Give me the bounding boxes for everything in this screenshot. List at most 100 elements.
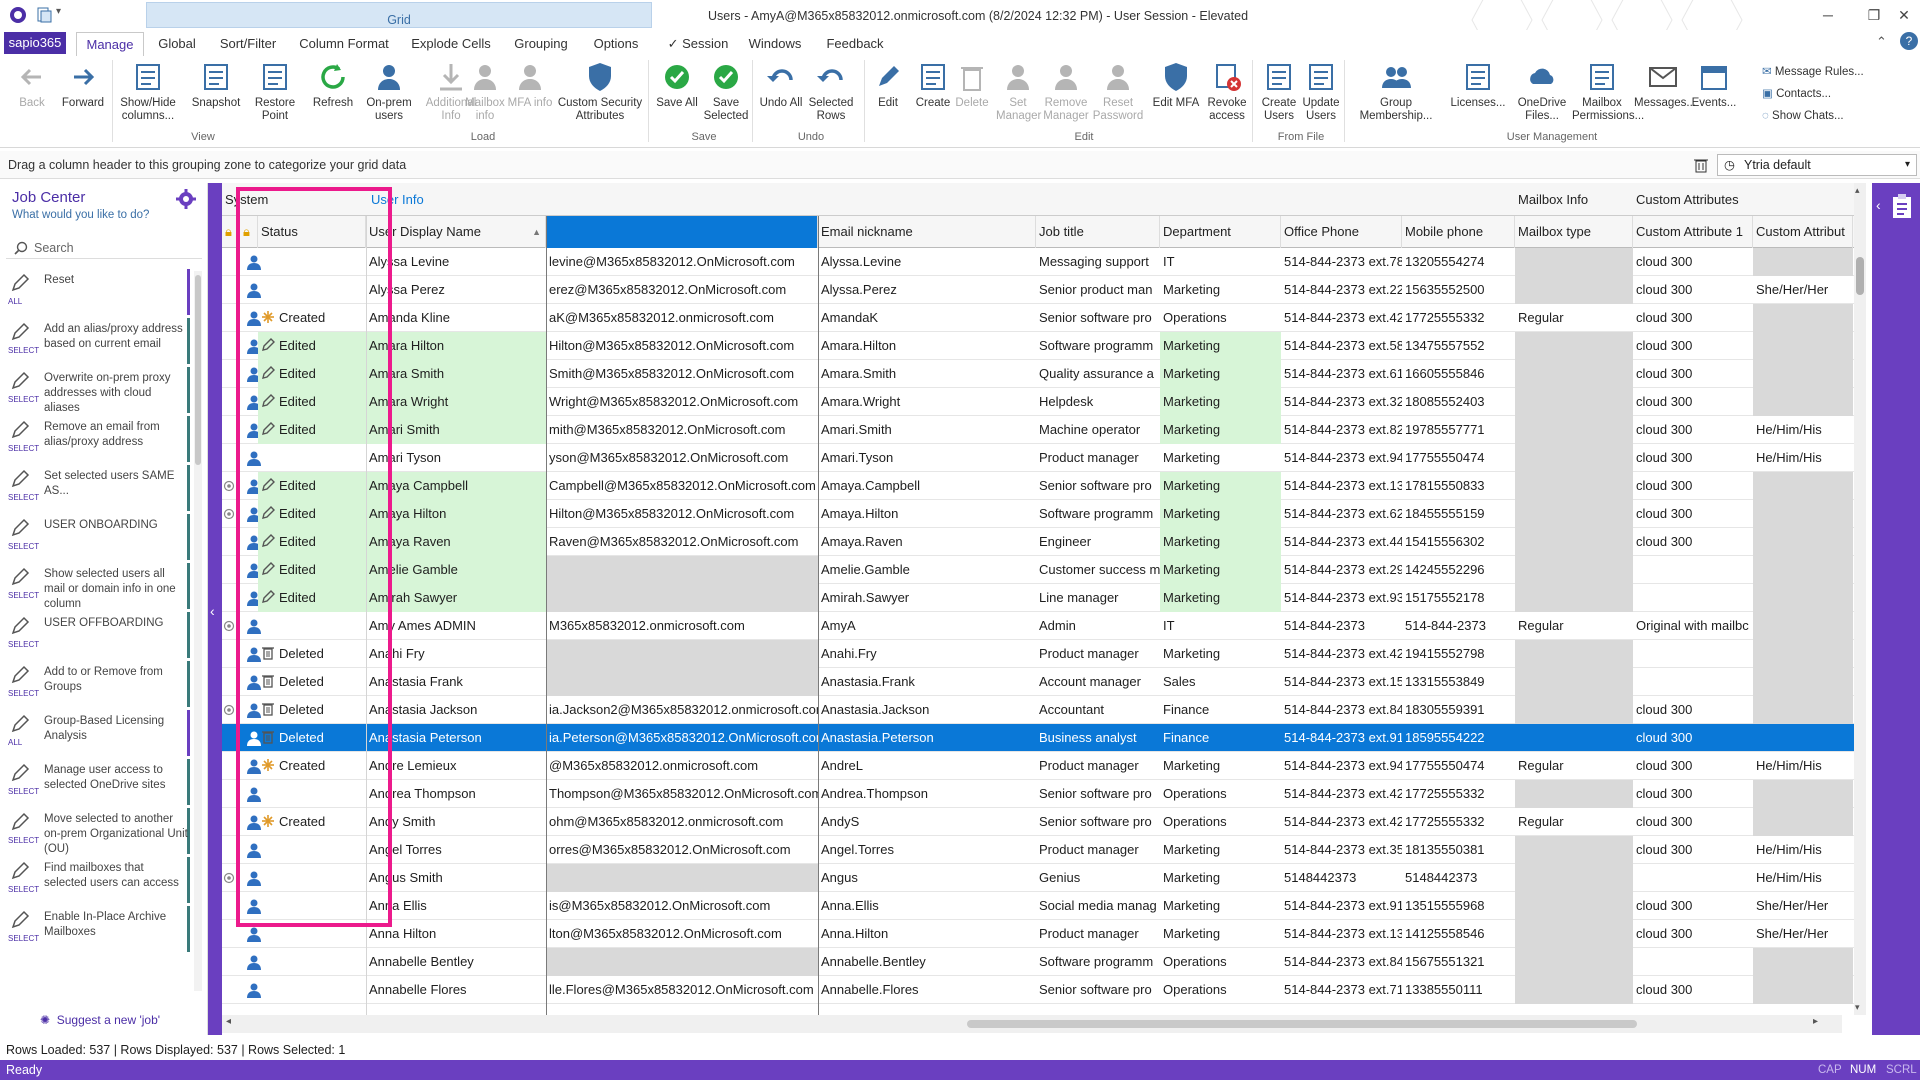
cell-ca2[interactable]: He/Him/His (1753, 752, 1853, 780)
ribbon-button-onedrive-files[interactable]: OneDrive Files... (1510, 58, 1574, 123)
cell-job[interactable]: Product manager (1036, 752, 1160, 780)
cell-name[interactable]: Amaya Hilton (366, 500, 546, 528)
cell-job[interactable]: Senior software pro (1036, 808, 1160, 836)
ribbon-button-create-users[interactable]: Create Users (1256, 58, 1302, 123)
cell-ca2[interactable] (1753, 556, 1853, 584)
cell-status[interactable]: Edited (258, 472, 366, 500)
scroll-up-icon[interactable]: ▴ (1855, 185, 1860, 196)
cell-ca1[interactable]: cloud 300 (1633, 304, 1753, 332)
cell-office[interactable]: 514-844-2373 ext.91 (1281, 724, 1402, 752)
cell-status[interactable] (258, 444, 366, 472)
cell-email[interactable] (546, 640, 818, 668)
cell-status[interactable]: Edited (258, 500, 366, 528)
cell-mobile[interactable]: 5148442373 (1402, 864, 1515, 892)
cell-mobile[interactable]: 19785557771 (1402, 416, 1515, 444)
cell-nick[interactable]: AndyS (818, 808, 1036, 836)
cell-office[interactable]: 514-844-2373 ext.82 (1281, 416, 1402, 444)
cell-ca1[interactable]: cloud 300 (1633, 528, 1753, 556)
cell-status[interactable] (258, 248, 366, 276)
cell-status[interactable]: Edited (258, 388, 366, 416)
cell-ca2[interactable] (1753, 500, 1853, 528)
chevron-left-icon[interactable]: ‹ (1876, 197, 1881, 213)
cell-ca2[interactable] (1753, 780, 1853, 808)
job-item[interactable]: SELECT Manage user access to selected One… (4, 759, 190, 805)
cell-email[interactable]: ohm@M365x85832012.onmicrosoft.com (546, 808, 818, 836)
cell-office[interactable]: 514-844-2373 ext.42 (1281, 640, 1402, 668)
cell-office[interactable]: 514-844-2373 ext.94 (1281, 752, 1402, 780)
cell-mbx[interactable] (1515, 864, 1633, 892)
cell-ca2[interactable] (1753, 612, 1853, 640)
ribbon-button-mailbox-permissions[interactable]: Mailbox Permissions... (1572, 58, 1644, 123)
cell-mobile[interactable]: 14125558546 (1402, 920, 1515, 948)
cell-dept[interactable]: Marketing (1160, 388, 1281, 416)
cell-dept[interactable]: Operations (1160, 304, 1281, 332)
cell-nick[interactable]: Annabelle.Bentley (818, 948, 1036, 976)
cell-status[interactable] (258, 836, 366, 864)
cell-mbx[interactable] (1515, 444, 1633, 472)
cell-name[interactable]: Anastasia Jackson (366, 696, 546, 724)
cell-ca1[interactable]: cloud 300 (1633, 808, 1753, 836)
cell-dept[interactable]: IT (1160, 248, 1281, 276)
cell-status[interactable] (258, 976, 366, 1004)
table-row[interactable]: Created Andy Smith ohm@M365x85832012.onmic… (222, 808, 1862, 836)
cell-mbx[interactable] (1515, 276, 1633, 304)
cell-job[interactable]: Line manager (1036, 584, 1160, 612)
cell-nick[interactable]: Annabelle.Flores (818, 976, 1036, 1004)
cell-email[interactable]: is@M365x85832012.OnMicrosoft.com (546, 892, 818, 920)
column-header-email-selected[interactable] (546, 216, 818, 248)
cell-mbx[interactable] (1515, 388, 1633, 416)
job-list-scroll-thumb[interactable] (195, 275, 201, 465)
cell-mobile[interactable]: 18085552403 (1402, 388, 1515, 416)
close-button[interactable]: ✕ (1892, 3, 1916, 27)
job-item[interactable]: SELECT Remove an email from alias/proxy a… (4, 416, 190, 462)
table-row[interactable]: Created Amanda Kline aK@M365x85832012.onmi… (222, 304, 1862, 332)
cell-ca1[interactable] (1633, 948, 1753, 976)
table-row[interactable]: Annabelle Bentley Annabelle.Bentley Softwa… (222, 948, 1862, 976)
cell-mobile[interactable]: 17725555332 (1402, 780, 1515, 808)
cell-mbx[interactable]: Regular (1515, 808, 1633, 836)
right-side-panel-strip[interactable]: ‹ (1872, 183, 1920, 1035)
cell-nick[interactable]: Amara.Wright (818, 388, 1036, 416)
scroll-right-icon[interactable]: ▸ (1813, 1016, 1818, 1027)
cell-job[interactable]: Product manager (1036, 920, 1160, 948)
cell-dept[interactable]: Marketing (1160, 920, 1281, 948)
cell-dept[interactable]: Operations (1160, 948, 1281, 976)
cell-mobile[interactable]: 15675551321 (1402, 948, 1515, 976)
cell-name[interactable]: Anna Hilton (366, 920, 546, 948)
cell-mbx[interactable] (1515, 332, 1633, 360)
clipboard-icon[interactable] (1890, 193, 1914, 219)
cell-dept[interactable]: Marketing (1160, 444, 1281, 472)
job-item[interactable]: SELECT Enable In-Place Archive Mailboxes (4, 906, 190, 952)
tab-grouping[interactable]: Grouping (508, 32, 574, 56)
cell-dept[interactable]: Marketing (1160, 528, 1281, 556)
cell-name[interactable]: Amara Smith (366, 360, 546, 388)
cell-status[interactable]: Edited (258, 360, 366, 388)
ribbon-button-revoke-access[interactable]: Revoke access (1200, 58, 1254, 123)
cell-dept[interactable]: Marketing (1160, 752, 1281, 780)
row-marker-icon[interactable] (223, 480, 235, 492)
cell-dept[interactable]: Marketing (1160, 500, 1281, 528)
cell-ca2[interactable] (1753, 724, 1853, 752)
cell-job[interactable]: Product manager (1036, 836, 1160, 864)
cell-mbx[interactable] (1515, 836, 1633, 864)
ribbon-button-forward[interactable]: Forward (50, 58, 116, 110)
cell-office[interactable]: 514-844-2373 ext.29 (1281, 556, 1402, 584)
cell-nick[interactable]: Amaya.Campbell (818, 472, 1036, 500)
ribbon-button-licenses[interactable]: Licenses... (1446, 58, 1510, 110)
cell-ca2[interactable] (1753, 808, 1853, 836)
job-item[interactable]: SELECT Show selected users all mail or do… (4, 563, 190, 610)
cell-email[interactable]: ia.Jackson2@M365x85832012.onmicrosoft.co… (546, 696, 818, 724)
tab-sort-filter[interactable]: Sort/Filter (212, 32, 284, 56)
cell-mobile[interactable]: 17755550474 (1402, 752, 1515, 780)
cell-dept[interactable]: Marketing (1160, 584, 1281, 612)
cell-name[interactable]: Angel Torres (366, 836, 546, 864)
cell-dept[interactable]: Marketing (1160, 416, 1281, 444)
ribbon-button-on-prem-users[interactable]: On-prem users (358, 58, 420, 123)
cell-email[interactable]: @M365x85832012.onmicrosoft.com (546, 752, 818, 780)
cell-ca2[interactable]: He/Him/His (1753, 444, 1853, 472)
cell-name[interactable]: Annabelle Bentley (366, 948, 546, 976)
tab-explode-cells[interactable]: Explode Cells (406, 32, 496, 56)
cell-ca2[interactable] (1753, 304, 1853, 332)
job-center-search[interactable]: Search (6, 237, 202, 259)
job-item[interactable]: ALL Reset (4, 269, 190, 315)
